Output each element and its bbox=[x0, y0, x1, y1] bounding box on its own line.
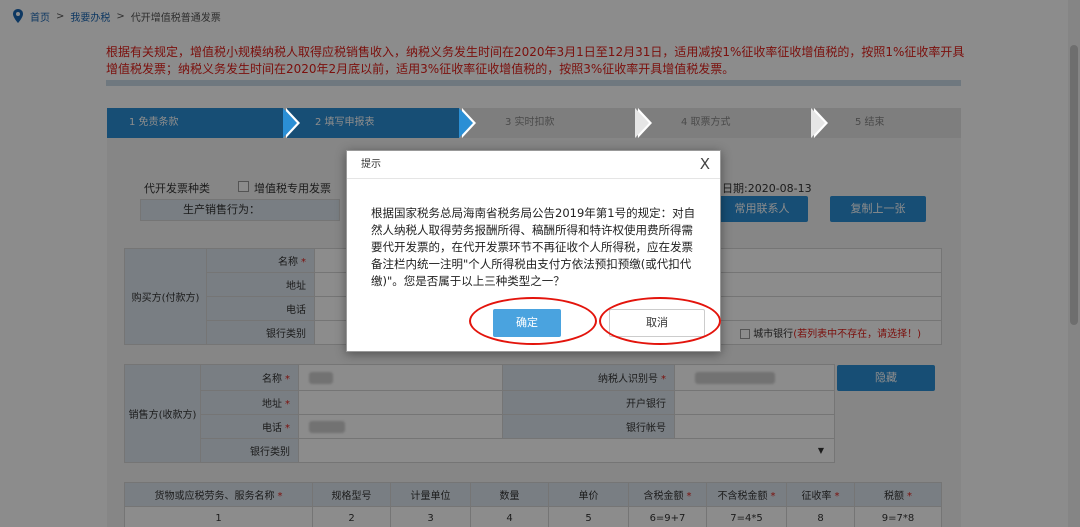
close-icon[interactable]: X bbox=[700, 155, 710, 173]
dialog-title: 提示 bbox=[347, 151, 720, 179]
dialog-message: 根据国家税务总局海南省税务局公告2019年第1号的规定：对自然人纳税人取得劳务报… bbox=[371, 206, 696, 288]
highlight-ring bbox=[469, 297, 597, 345]
confirm-dialog: 提示 X 根据国家税务总局海南省税务局公告2019年第1号的规定：对自然人纳税人… bbox=[346, 150, 721, 352]
highlight-ring bbox=[599, 297, 721, 345]
